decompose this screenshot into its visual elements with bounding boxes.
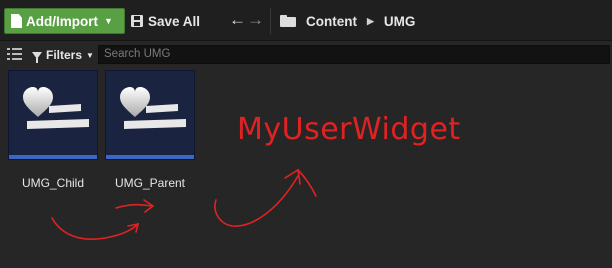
curved-arrow-1 (51, 217, 139, 240)
curved-arrow-3 (214, 175, 299, 227)
annotation-arrows (51, 168, 317, 240)
annotation-flourish (297, 169, 317, 197)
curved-arrow-2 (115, 203, 153, 209)
